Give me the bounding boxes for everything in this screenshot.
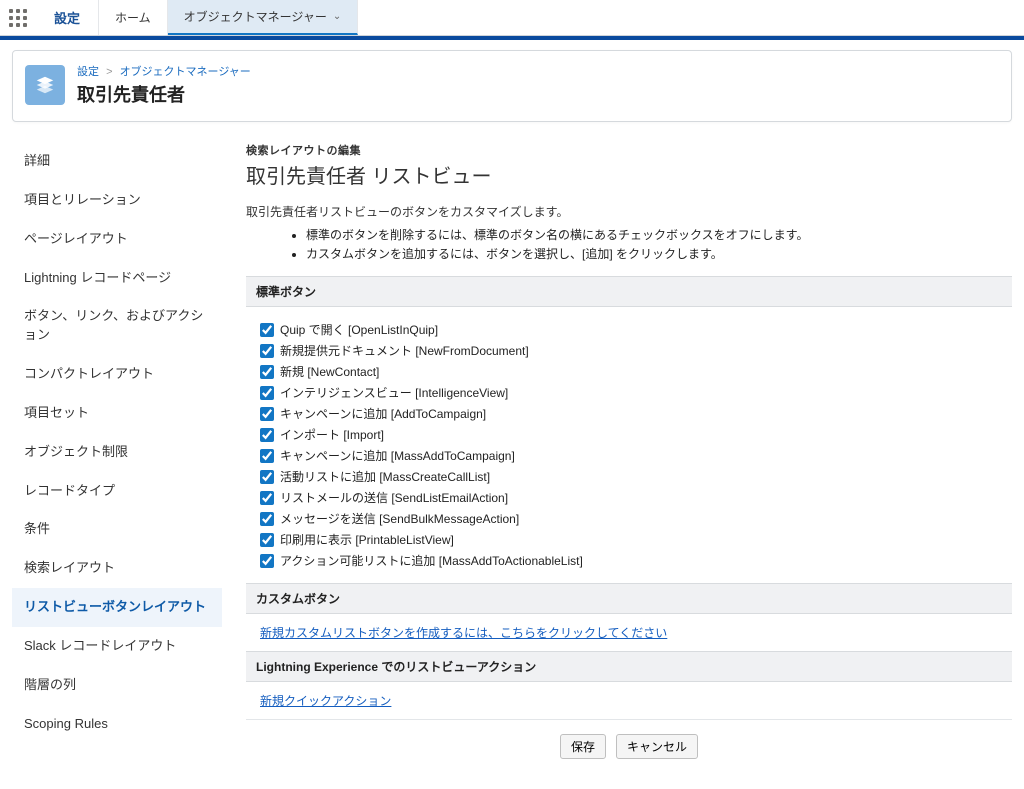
sidebar: 詳細項目とリレーションページレイアウトLightning レコードページボタン、… [12, 142, 222, 779]
sidebar-item-14[interactable]: Scoping Rules [12, 705, 222, 744]
sidebar-item-11[interactable]: リストビューボタンレイアウト [12, 588, 222, 627]
standard-button-row-6: キャンペーンに追加 [MassAddToCampaign] [260, 447, 998, 464]
standard-button-checkbox-4[interactable] [260, 407, 274, 421]
standard-button-row-10: 印刷用に表示 [PrintableListView] [260, 531, 998, 548]
standard-button-row-3: インテリジェンスビュー [IntelligenceView] [260, 384, 998, 401]
sidebar-item-3[interactable]: Lightning レコードページ [12, 259, 222, 298]
content-description: 取引先責任者リストビューのボタンをカスタマイズします。 [246, 203, 1012, 220]
page-title: 取引先責任者 [77, 81, 251, 107]
standard-button-checkbox-6[interactable] [260, 449, 274, 463]
hint-item-0: 標準のボタンを削除するには、標準のボタン名の横にあるチェックボックスをオフにしま… [306, 226, 1012, 243]
app-launcher-icon[interactable] [0, 0, 36, 35]
section-lex-actions: 新規クイックアクション [246, 682, 1012, 719]
save-button[interactable]: 保存 [560, 734, 606, 759]
standard-button-label-9: メッセージを送信 [SendBulkMessageAction] [280, 510, 519, 527]
sidebar-item-10[interactable]: 検索レイアウト [12, 549, 222, 588]
tab-home-label: ホーム [115, 9, 151, 26]
sidebar-item-8[interactable]: レコードタイプ [12, 472, 222, 511]
sidebar-item-0[interactable]: 詳細 [12, 142, 222, 181]
standard-button-row-2: 新規 [NewContact] [260, 363, 998, 380]
sidebar-item-1[interactable]: 項目とリレーション [12, 181, 222, 220]
section-standard-buttons: Quip で開く [OpenListInQuip] 新規提供元ドキュメント [Ne… [246, 307, 1012, 583]
standard-button-checkbox-9[interactable] [260, 512, 274, 526]
standard-button-row-4: キャンペーンに追加 [AddToCampaign] [260, 405, 998, 422]
breadcrumb: 設定 > オブジェクトマネージャー [77, 63, 251, 79]
standard-button-row-11: アクション可能リストに追加 [MassAddToActionableList] [260, 552, 998, 569]
standard-button-label-0: Quip で開く [OpenListInQuip] [280, 321, 438, 338]
section-custom-buttons-header: カスタムボタン [246, 583, 1012, 614]
standard-button-checkbox-2[interactable] [260, 365, 274, 379]
standard-button-label-7: 活動リストに追加 [MassCreateCallList] [280, 468, 490, 485]
chevron-down-icon: ⌄ [333, 11, 341, 22]
standard-button-label-10: 印刷用に表示 [PrintableListView] [280, 531, 454, 548]
standard-button-label-5: インポート [Import] [280, 426, 384, 443]
section-standard-buttons-header: 標準ボタン [246, 276, 1012, 307]
standard-button-label-6: キャンペーンに追加 [MassAddToCampaign] [280, 447, 515, 464]
sidebar-item-7[interactable]: オブジェクト制限 [12, 433, 222, 472]
setup-label: 設定 [36, 0, 99, 35]
standard-button-checkbox-7[interactable] [260, 470, 274, 484]
hint-list: 標準のボタンを削除するには、標準のボタン名の横にあるチェックボックスをオフにしま… [306, 226, 1012, 262]
standard-button-checkbox-1[interactable] [260, 344, 274, 358]
standard-button-label-11: アクション可能リストに追加 [MassAddToActionableList] [280, 552, 583, 569]
section-custom-buttons: 新規カスタムリストボタンを作成するには、こちらをクリックしてください [246, 614, 1012, 651]
content-pretitle: 検索レイアウトの編集 [246, 142, 1012, 158]
footer-buttons: 保存 キャンセル [246, 719, 1012, 779]
standard-button-row-0: Quip で開く [OpenListInQuip] [260, 321, 998, 338]
new-custom-list-button-link[interactable]: 新規カスタムリストボタンを作成するには、こちらをクリックしてください [260, 626, 667, 640]
standard-button-label-2: 新規 [NewContact] [280, 363, 379, 380]
new-quick-action-link[interactable]: 新規クイックアクション [260, 694, 391, 708]
sidebar-item-6[interactable]: 項目セット [12, 394, 222, 433]
standard-button-checkbox-0[interactable] [260, 323, 274, 337]
standard-button-label-4: キャンペーンに追加 [AddToCampaign] [280, 405, 486, 422]
page-header: 設定 > オブジェクトマネージャー 取引先責任者 [12, 50, 1012, 122]
hint-item-1: カスタムボタンを追加するには、ボタンを選択し、[追加] をクリックします。 [306, 245, 1012, 262]
sidebar-item-12[interactable]: Slack レコードレイアウト [12, 627, 222, 666]
tab-object-manager[interactable]: オブジェクトマネージャー ⌄ [168, 0, 359, 35]
cancel-button[interactable]: キャンセル [616, 734, 698, 759]
standard-button-label-3: インテリジェンスビュー [IntelligenceView] [280, 384, 508, 401]
standard-button-label-1: 新規提供元ドキュメント [NewFromDocument] [280, 342, 529, 359]
standard-button-checkbox-8[interactable] [260, 491, 274, 505]
standard-button-checkbox-11[interactable] [260, 554, 274, 568]
tab-object-manager-label: オブジェクトマネージャー [184, 8, 327, 25]
standard-button-row-8: リストメールの送信 [SendListEmailAction] [260, 489, 998, 506]
breadcrumb-child[interactable]: オブジェクトマネージャー [120, 66, 251, 78]
sidebar-item-13[interactable]: 階層の列 [12, 666, 222, 705]
standard-button-checkbox-5[interactable] [260, 428, 274, 442]
object-icon [25, 65, 65, 105]
standard-button-row-9: メッセージを送信 [SendBulkMessageAction] [260, 510, 998, 527]
standard-button-row-5: インポート [Import] [260, 426, 998, 443]
breadcrumb-root[interactable]: 設定 [77, 66, 99, 78]
standard-button-row-1: 新規提供元ドキュメント [NewFromDocument] [260, 342, 998, 359]
section-lex-actions-header: Lightning Experience でのリストビューアクション [246, 651, 1012, 682]
sidebar-item-2[interactable]: ページレイアウト [12, 220, 222, 259]
standard-button-row-7: 活動リストに追加 [MassCreateCallList] [260, 468, 998, 485]
standard-button-checkbox-10[interactable] [260, 533, 274, 547]
tab-home[interactable]: ホーム [99, 0, 168, 35]
standard-button-label-8: リストメールの送信 [SendListEmailAction] [280, 489, 508, 506]
content-title: 取引先責任者 リストビュー [246, 160, 1012, 189]
standard-button-checkbox-3[interactable] [260, 386, 274, 400]
sidebar-item-5[interactable]: コンパクトレイアウト [12, 355, 222, 394]
sidebar-item-4[interactable]: ボタン、リンク、およびアクション [12, 297, 222, 355]
global-toolbar: 設定 ホーム オブジェクトマネージャー ⌄ [0, 0, 1024, 36]
main-content: 検索レイアウトの編集 取引先責任者 リストビュー 取引先責任者リストビューのボタ… [222, 142, 1012, 779]
sidebar-item-9[interactable]: 条件 [12, 510, 222, 549]
